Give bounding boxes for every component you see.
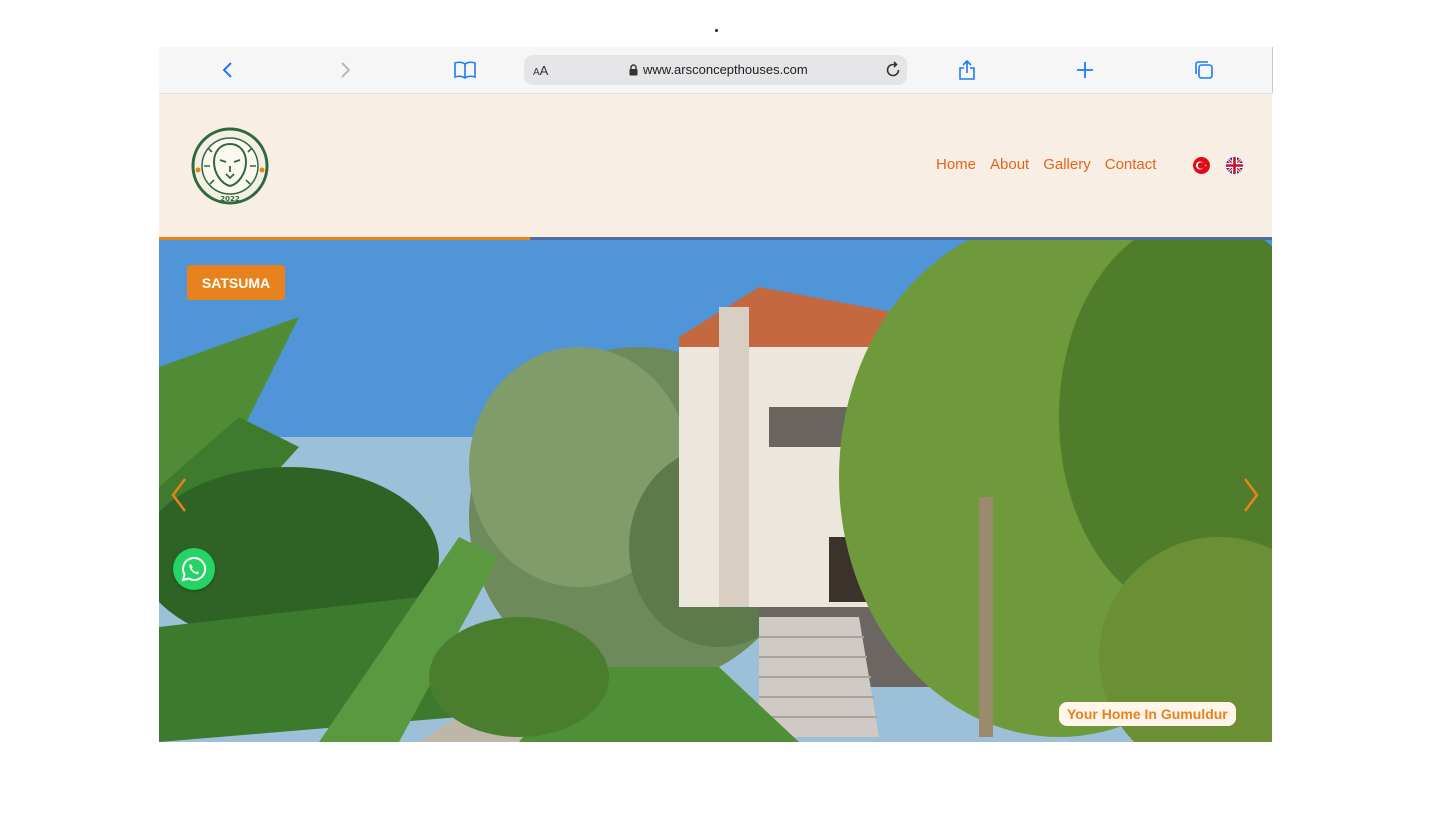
tr-flag-icon[interactable] xyxy=(1193,157,1210,174)
slider-next-button[interactable] xyxy=(1241,477,1261,517)
bookmarks-icon xyxy=(454,61,476,79)
forward-button[interactable] xyxy=(331,56,359,84)
new-tab-icon xyxy=(1077,62,1093,78)
main-nav: Home About Gallery Contact xyxy=(936,156,1156,173)
tabs-button[interactable] xyxy=(1190,56,1218,84)
whatsapp-button[interactable] xyxy=(173,548,215,590)
url-text[interactable]: www.arsconcepthouses.com xyxy=(643,62,808,77)
share-button[interactable] xyxy=(953,56,981,84)
nav-home[interactable]: Home xyxy=(936,156,976,173)
chevron-left-icon xyxy=(171,478,186,512)
back-button[interactable] xyxy=(214,56,242,84)
reload-icon[interactable] xyxy=(884,61,902,79)
nav-gallery[interactable]: Gallery xyxy=(1043,156,1091,173)
property-badge: SATSUMA xyxy=(187,265,285,300)
lock-icon xyxy=(629,64,638,76)
share-icon xyxy=(959,59,975,80)
camera-dot xyxy=(715,29,718,32)
reader-options-button[interactable]: AA xyxy=(533,62,548,80)
hero-photo xyxy=(159,237,1272,742)
new-tab-button[interactable] xyxy=(1071,56,1099,84)
uk-flag-icon[interactable] xyxy=(1226,157,1243,174)
slide-progress-fill xyxy=(159,237,530,240)
tabs-icon xyxy=(1195,61,1213,79)
address-bar[interactable]: AA www.arsconcepthouses.com xyxy=(524,55,907,85)
bookmarks-button[interactable] xyxy=(451,56,479,84)
slider-prev-button[interactable] xyxy=(169,477,189,517)
forward-icon xyxy=(341,62,351,78)
site-header: 2022 Home About Gallery Contact xyxy=(159,94,1272,237)
browser-window: AA www.arsconcepthouses.com 2022 Home Ab… xyxy=(159,47,1272,742)
browser-toolbar: AA www.arsconcepthouses.com xyxy=(159,47,1272,94)
ars-logo[interactable]: 2022 xyxy=(190,122,270,210)
nav-about[interactable]: About xyxy=(990,156,1029,173)
device-edge xyxy=(1272,47,1273,93)
whatsapp-icon xyxy=(181,556,207,582)
back-icon xyxy=(222,62,232,78)
hero-slider[interactable]: SATSUMA Your Home In Gumuldur xyxy=(159,237,1272,742)
chevron-right-icon xyxy=(1244,478,1259,512)
logo-year: 2022 xyxy=(220,195,240,203)
nav-contact[interactable]: Contact xyxy=(1105,156,1157,173)
hero-caption: Your Home In Gumuldur xyxy=(1059,702,1236,726)
